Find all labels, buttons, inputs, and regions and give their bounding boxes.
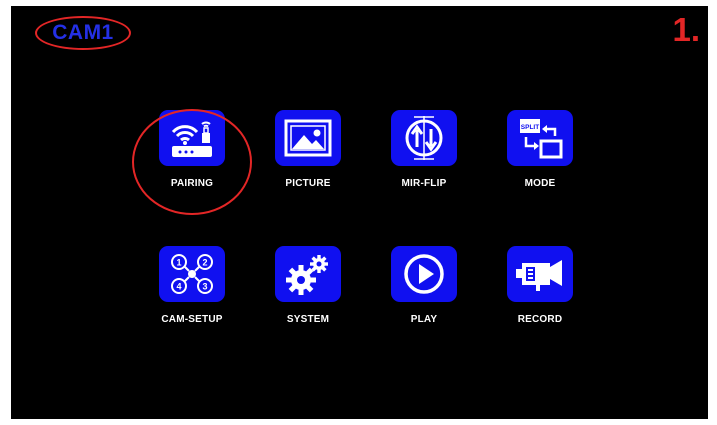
menu-item-picture[interactable]: PICTURE (253, 110, 363, 189)
menu-item-label: MIR-FLIP (401, 178, 447, 189)
mirror-flip-icon (405, 116, 443, 160)
play-tile[interactable] (391, 246, 457, 302)
menu-item-mode[interactable]: SPLIT MODE (485, 110, 595, 189)
menu-item-mir-flip[interactable]: MIR-FLIP (369, 110, 479, 189)
wifi-router-icon (171, 121, 212, 157)
camera-indicator: CAM1 (35, 16, 131, 50)
svg-text:2: 2 (202, 258, 207, 268)
menu-item-system[interactable]: SYSTEM (253, 246, 363, 325)
split-icon-text: SPLIT (521, 124, 539, 131)
svg-text:1: 1 (176, 258, 181, 268)
menu-item-label: PAIRING (170, 178, 214, 189)
cam-setup-tile[interactable]: 1 2 4 3 (159, 246, 225, 302)
menu-item-label: MODE (524, 178, 556, 189)
svg-text:4: 4 (176, 282, 181, 292)
gears-icon (286, 255, 328, 295)
pairing-tile[interactable] (159, 110, 225, 166)
menu-item-label: SYSTEM (286, 314, 330, 325)
picture-icon (284, 119, 332, 157)
menu-item-play[interactable]: PLAY (369, 246, 479, 325)
camera-indicator-label: CAM1 (52, 21, 114, 44)
menu-item-label: CAM-SETUP (161, 314, 223, 325)
play-icon (404, 254, 444, 294)
svg-text:3: 3 (202, 282, 207, 292)
menu-item-pairing[interactable]: PAIRING (137, 110, 247, 189)
picture-tile[interactable] (275, 110, 341, 166)
menu-item-label: PLAY (410, 314, 438, 325)
split-mode-icon: SPLIT (520, 119, 563, 159)
menu-item-record[interactable]: RECORD (485, 246, 595, 325)
system-tile[interactable] (275, 246, 341, 302)
step-number: 1. (672, 11, 700, 48)
video-camera-icon (516, 260, 562, 291)
menu-item-cam-setup[interactable]: 1 2 4 3 CAM-SETUP (137, 246, 247, 325)
mir-flip-tile[interactable] (391, 110, 457, 166)
record-tile[interactable] (507, 246, 573, 302)
menu-item-label: PICTURE (285, 178, 331, 189)
menu-screen: CAM1 1. PAIRING PICTURE MIR-FLIP SPLIT M… (11, 6, 708, 419)
menu-item-label: RECORD (517, 314, 563, 325)
mode-tile[interactable]: SPLIT (507, 110, 573, 166)
cam-setup-icon: 1 2 4 3 (171, 254, 213, 294)
